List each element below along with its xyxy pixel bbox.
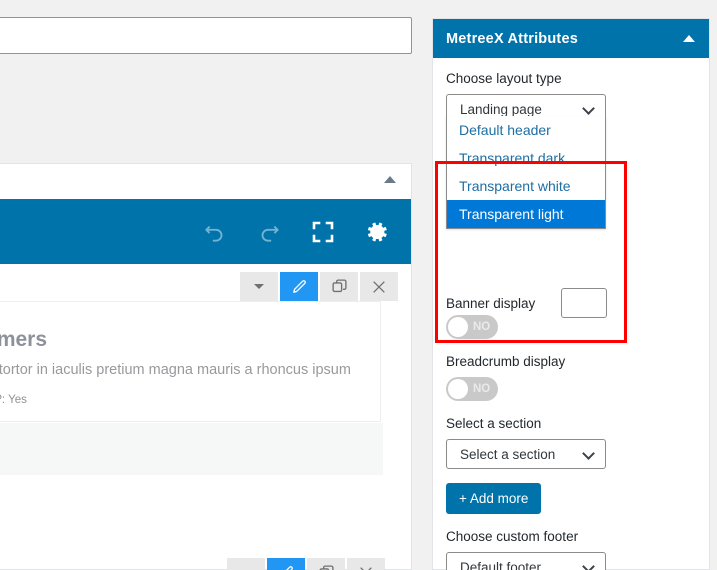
card-small-text: ons?: Yes (0, 394, 27, 406)
collapse-triangle-icon[interactable] (384, 176, 396, 183)
chevron-down-icon-2[interactable] (227, 558, 265, 570)
dropdown-option[interactable]: Transparent dark (447, 144, 605, 172)
card-paragraph: rra tortor in iaculis pretium magna maur… (0, 362, 351, 378)
card-gray-strip (0, 423, 383, 475)
breadcrumb-display-label: Breadcrumb display (446, 354, 566, 369)
post-title-input[interactable] (0, 17, 412, 54)
obscured-select-behind-dropdown[interactable] (561, 288, 607, 318)
edit-pencil-icon-2[interactable] (267, 558, 305, 570)
chevron-down-icon[interactable] (240, 272, 278, 301)
banner-display-value: NO (473, 321, 491, 333)
chevron-up-icon[interactable] (683, 35, 695, 42)
screen-root: tomers rra tortor in iaculis pretium mag… (0, 0, 717, 570)
close-icon[interactable] (360, 272, 398, 301)
dropdown-option-selected[interactable]: Transparent light (447, 200, 605, 228)
chevron-down-icon (582, 447, 595, 460)
select-section-value: Select a section (460, 446, 556, 462)
panel-title: MetreeX Attributes (446, 30, 578, 47)
breadcrumb-display-toggle[interactable]: NO (446, 377, 498, 401)
toggle-knob (448, 317, 468, 337)
dropdown-option[interactable]: Transparent white (447, 172, 605, 200)
chevron-down-icon (582, 560, 595, 570)
custom-header-dropdown-list[interactable]: Default header Transparent dark Transpar… (446, 116, 606, 229)
custom-footer-value: Default footer (460, 559, 542, 570)
select-section-select[interactable]: Select a section (446, 439, 606, 469)
editor-column: tomers rra tortor in iaculis pretium mag… (0, 0, 419, 570)
duplicate-icon-2[interactable] (307, 558, 345, 570)
add-more-button[interactable]: + Add more (446, 483, 542, 514)
toggle-knob (448, 379, 468, 399)
undo-icon[interactable] (199, 216, 231, 248)
fullscreen-icon[interactable] (307, 216, 339, 248)
gear-icon[interactable] (361, 216, 393, 248)
layout-type-value: Landing page (460, 101, 542, 117)
redo-icon[interactable] (253, 216, 285, 248)
edit-pencil-icon[interactable] (280, 272, 318, 301)
select-section-label: Select a section (446, 416, 542, 431)
chevron-down-icon (582, 102, 595, 115)
card-heading: tomers (0, 328, 48, 351)
dropdown-option[interactable]: Default header (447, 116, 605, 144)
banner-display-toggle[interactable]: NO (446, 315, 498, 339)
editor-panel-topbar (0, 164, 411, 199)
editor-blue-toolbar (0, 199, 411, 264)
custom-footer-select[interactable]: Default footer (446, 552, 606, 570)
content-card: tomers rra tortor in iaculis pretium mag… (0, 301, 381, 422)
metreex-attributes-panel: MetreeX Attributes Choose layout type La… (432, 18, 710, 570)
close-icon-2[interactable] (347, 558, 385, 570)
layout-type-label: Choose layout type (446, 71, 562, 86)
block-toolbar-secondary (0, 558, 398, 570)
editor-panel: tomers rra tortor in iaculis pretium mag… (0, 163, 412, 570)
breadcrumb-display-value: NO (473, 383, 491, 395)
duplicate-icon[interactable] (320, 272, 358, 301)
panel-header[interactable]: MetreeX Attributes (433, 19, 709, 58)
custom-footer-label: Choose custom footer (446, 529, 579, 544)
panel-body: Choose layout type Landing page Choose c… (433, 58, 709, 570)
block-toolbar (0, 264, 411, 301)
